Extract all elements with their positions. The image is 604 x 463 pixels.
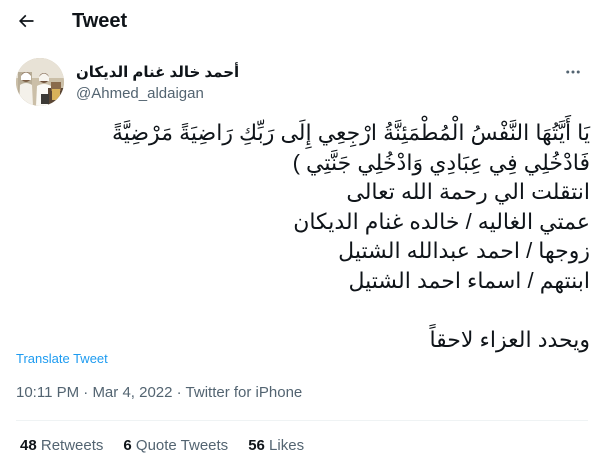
- page-title: Tweet: [72, 10, 128, 32]
- likes-label: Likes: [269, 437, 305, 454]
- tweet-line: ابنتهم / اسماء احمد الشتيل: [348, 267, 590, 293]
- more-button[interactable]: [562, 62, 584, 82]
- retweets-stat[interactable]: 48 Retweets: [20, 436, 103, 456]
- quote-tweets-label: Quote Tweets: [135, 437, 229, 454]
- likes-stat[interactable]: 56 Likes: [248, 436, 304, 456]
- page-header: Tweet: [0, 0, 604, 42]
- translate-tweet-link[interactable]: Translate Tweet: [16, 351, 108, 367]
- avatar[interactable]: [16, 58, 64, 106]
- tweet-text: يَا أَيَّتُهَا النَّفْسُ الْمُطْمَئِنَّة…: [16, 118, 590, 354]
- quote-tweets-count: 6: [123, 437, 132, 454]
- tweet-line: يَا أَيَّتُهَا النَّفْسُ الْمُطْمَئِنَّة…: [111, 120, 590, 145]
- tweet-time[interactable]: 10:11 PM: [16, 384, 79, 401]
- back-button[interactable]: [13, 8, 39, 34]
- meta-separator: ·: [79, 384, 93, 401]
- author-display-name[interactable]: أحمد خالد غنام الديكان: [76, 63, 239, 82]
- retweets-count: 48: [20, 437, 37, 454]
- tweet-source[interactable]: Twitter for iPhone: [186, 384, 303, 401]
- meta-separator: ·: [172, 384, 186, 401]
- retweets-label: Retweets: [40, 437, 104, 454]
- quote-tweets-stat[interactable]: 6 Quote Tweets: [123, 436, 228, 456]
- tweet-stats: 48 Retweets 6 Quote Tweets 56 Likes: [20, 436, 324, 456]
- tweet-line: عمتي الغاليه / خالده غنام الديكان: [293, 208, 590, 234]
- tweet-metadata: 10:11 PM · Mar 4, 2022 · Twitter for iPh…: [16, 383, 302, 403]
- tweet-line: فَادْخُلِي فِي عِبَادِي وَادْخُلِي جَنَّ…: [292, 149, 590, 175]
- author-handle[interactable]: @Ahmed_aldaigan: [76, 84, 204, 103]
- tweet-line: زوجها / احمد عبدالله الشتيل: [338, 238, 590, 263]
- more-horizontal-icon: [566, 70, 580, 74]
- tweet-line: انتقلت الي رحمة الله تعالى: [346, 179, 590, 204]
- tweet-date[interactable]: Mar 4, 2022: [92, 384, 172, 401]
- tweet-line: ويحدد العزاء لاحقاً: [429, 326, 590, 352]
- likes-count: 56: [248, 437, 265, 454]
- divider: [16, 420, 588, 421]
- arrow-left-icon: [18, 14, 34, 28]
